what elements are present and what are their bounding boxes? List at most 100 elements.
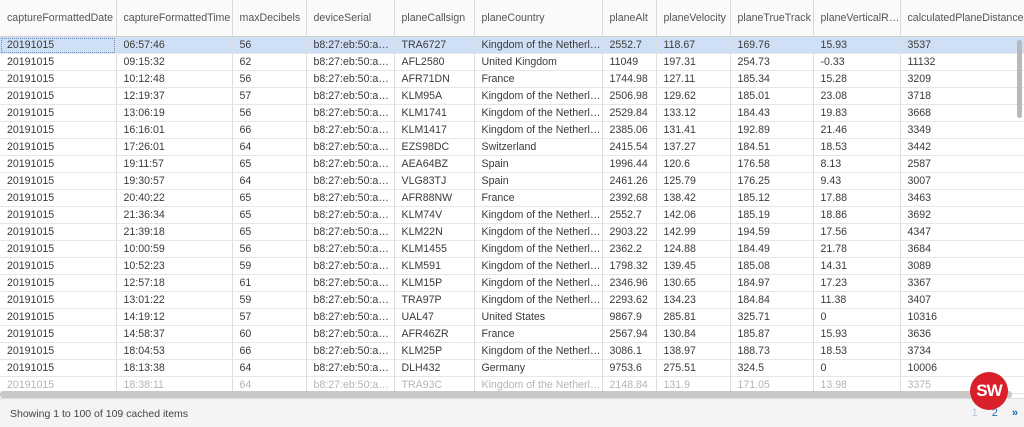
cell-planeCountry[interactable]: Kingdom of the Netherlands	[474, 274, 603, 292]
cell-planeVelocity[interactable]: 130.84	[656, 325, 731, 343]
table-row[interactable]: 20191015 21:39:18 65 b8:27:eb:50:ab:a7 KLM22…	[0, 223, 1024, 241]
cell-calculatedPlaneDistance[interactable]: 2587	[900, 155, 1024, 173]
cell-planeAlt[interactable]: 2506.98	[602, 87, 657, 105]
cell-captureFormattedDate[interactable]: 20191015	[0, 138, 117, 156]
cell-captureFormattedDate[interactable]: 20191015	[0, 274, 117, 292]
cell-maxDecibels[interactable]: 59	[232, 291, 307, 309]
cell-planeTrueTrack[interactable]: 184.49	[730, 240, 814, 258]
cell-planeVerticalRate[interactable]: 21.78	[813, 240, 901, 258]
cell-captureFormattedDate[interactable]: 20191015	[0, 325, 117, 343]
table-row[interactable]: 20191015 18:13:38 64 b8:27:eb:50:ab:a7 DLH43…	[0, 359, 1024, 377]
cell-planeTrueTrack[interactable]: 185.01	[730, 87, 814, 105]
table-row[interactable]: 20191015 21:36:34 65 b8:27:eb:50:ab:a7 KLM74…	[0, 206, 1024, 224]
column-header-captureFormattedDate[interactable]: captureFormattedDate	[0, 0, 117, 37]
cell-planeCallsign[interactable]: AEA64BZ	[394, 155, 475, 173]
cell-planeCallsign[interactable]: EZS98DC	[394, 138, 475, 156]
column-header-planeCallsign[interactable]: planeCallsign	[394, 0, 475, 37]
cell-calculatedPlaneDistance[interactable]: 3407	[900, 291, 1024, 309]
cell-captureFormattedDate[interactable]: 20191015	[0, 87, 117, 105]
cell-captureFormattedDate[interactable]: 20191015	[0, 206, 117, 224]
cell-calculatedPlaneDistance[interactable]: 3463	[900, 189, 1024, 207]
cell-planeVelocity[interactable]: 125.79	[656, 172, 731, 190]
table-row[interactable]: 20191015 19:11:57 65 b8:27:eb:50:ab:a7 AEA64…	[0, 155, 1024, 173]
cell-planeVerticalRate[interactable]: 0	[813, 359, 901, 377]
cell-planeCallsign[interactable]: KLM1741	[394, 104, 475, 122]
table-row[interactable]: 20191015 20:40:22 65 b8:27:eb:50:ab:a7 AFR88…	[0, 189, 1024, 207]
cell-deviceSerial[interactable]: b8:27:eb:50:ab:a7	[306, 325, 395, 343]
cell-calculatedPlaneDistance[interactable]: 3367	[900, 274, 1024, 292]
cell-planeVelocity[interactable]: 130.65	[656, 274, 731, 292]
cell-planeAlt[interactable]: 2567.94	[602, 325, 657, 343]
table-row[interactable]: 20191015 06:57:46 56 b8:27:eb:50:ab:a7 TRA67…	[0, 36, 1024, 54]
column-header-planeTrueTrack[interactable]: planeTrueTrack	[730, 0, 814, 37]
cell-planeCountry[interactable]: Kingdom of the Netherlands	[474, 206, 603, 224]
table-row[interactable]: 20191015 10:00:59 56 b8:27:eb:50:ab:a7 KLM14…	[0, 240, 1024, 258]
cell-planeCallsign[interactable]: AFL2580	[394, 53, 475, 71]
cell-planeCallsign[interactable]: AFR71DN	[394, 70, 475, 88]
column-header-deviceSerial[interactable]: deviceSerial	[306, 0, 395, 37]
cell-deviceSerial[interactable]: b8:27:eb:50:ab:a7	[306, 342, 395, 360]
cell-captureFormattedDate[interactable]: 20191015	[0, 155, 117, 173]
cell-planeCallsign[interactable]: KLM591	[394, 257, 475, 275]
cell-captureFormattedDate[interactable]: 20191015	[0, 342, 117, 360]
cell-planeVelocity[interactable]: 129.62	[656, 87, 731, 105]
cell-deviceSerial[interactable]: b8:27:eb:50:ab:a7	[306, 308, 395, 326]
cell-deviceSerial[interactable]: b8:27:eb:50:ab:a7	[306, 206, 395, 224]
cell-calculatedPlaneDistance[interactable]: 3668	[900, 104, 1024, 122]
cell-planeVelocity[interactable]: 134.23	[656, 291, 731, 309]
cell-calculatedPlaneDistance[interactable]: 10316	[900, 308, 1024, 326]
cell-maxDecibels[interactable]: 65	[232, 189, 307, 207]
table-row[interactable]: 20191015 10:12:48 56 b8:27:eb:50:ab:a7 AFR71…	[0, 70, 1024, 88]
cell-planeCountry[interactable]: France	[474, 189, 603, 207]
cell-deviceSerial[interactable]: b8:27:eb:50:ab:a7	[306, 53, 395, 71]
cell-planeTrueTrack[interactable]: 324.5	[730, 359, 814, 377]
cell-planeCountry[interactable]: Kingdom of the Netherlands	[474, 291, 603, 309]
cell-captureFormattedDate[interactable]: 20191015	[0, 121, 117, 139]
cell-calculatedPlaneDistance[interactable]: 3718	[900, 87, 1024, 105]
cell-maxDecibels[interactable]: 61	[232, 274, 307, 292]
cell-planeTrueTrack[interactable]: 185.87	[730, 325, 814, 343]
cell-maxDecibels[interactable]: 66	[232, 342, 307, 360]
cell-planeVelocity[interactable]: 127.11	[656, 70, 731, 88]
cell-planeVelocity[interactable]: 137.27	[656, 138, 731, 156]
cell-maxDecibels[interactable]: 56	[232, 104, 307, 122]
cell-deviceSerial[interactable]: b8:27:eb:50:ab:a7	[306, 189, 395, 207]
cell-planeCountry[interactable]: Kingdom of the Netherlands	[474, 342, 603, 360]
cell-planeCallsign[interactable]: AFR46ZR	[394, 325, 475, 343]
cell-planeVerticalRate[interactable]: 23.08	[813, 87, 901, 105]
cell-calculatedPlaneDistance[interactable]: 3692	[900, 206, 1024, 224]
cell-planeTrueTrack[interactable]: 184.51	[730, 138, 814, 156]
cell-planeCountry[interactable]: Kingdom of the Netherlands	[474, 87, 603, 105]
cell-planeAlt[interactable]: 1798.32	[602, 257, 657, 275]
cell-planeVerticalRate[interactable]: 9.43	[813, 172, 901, 190]
cell-captureFormattedTime[interactable]: 21:36:34	[116, 206, 233, 224]
cell-planeAlt[interactable]: 1996.44	[602, 155, 657, 173]
cell-planeCallsign[interactable]: KLM74V	[394, 206, 475, 224]
cell-calculatedPlaneDistance[interactable]: 3734	[900, 342, 1024, 360]
cell-planeVerticalRate[interactable]: 21.46	[813, 121, 901, 139]
cell-maxDecibels[interactable]: 56	[232, 36, 307, 54]
cell-planeVelocity[interactable]: 197.31	[656, 53, 731, 71]
cell-captureFormattedTime[interactable]: 10:00:59	[116, 240, 233, 258]
cell-captureFormattedTime[interactable]: 18:13:38	[116, 359, 233, 377]
cell-planeVelocity[interactable]: 285.81	[656, 308, 731, 326]
cell-maxDecibels[interactable]: 64	[232, 359, 307, 377]
cell-deviceSerial[interactable]: b8:27:eb:50:ab:a7	[306, 36, 395, 54]
cell-planeVelocity[interactable]: 133.12	[656, 104, 731, 122]
next-page-icon[interactable]: »	[1012, 407, 1018, 419]
cell-planeAlt[interactable]: 2461.26	[602, 172, 657, 190]
cell-captureFormattedTime[interactable]: 14:58:37	[116, 325, 233, 343]
column-header-calculatedPlaneDistance[interactable]: calculatedPlaneDistance	[900, 0, 1024, 37]
table-row[interactable]: 20191015 10:52:23 59 b8:27:eb:50:ab:a7 KLM59…	[0, 257, 1024, 275]
cell-planeVerticalRate[interactable]: 15.93	[813, 325, 901, 343]
cell-planeTrueTrack[interactable]: 185.08	[730, 257, 814, 275]
cell-captureFormattedDate[interactable]: 20191015	[0, 223, 117, 241]
cell-planeCallsign[interactable]: VLG83TJ	[394, 172, 475, 190]
cell-captureFormattedTime[interactable]: 12:19:37	[116, 87, 233, 105]
cell-planeCountry[interactable]: Spain	[474, 155, 603, 173]
cell-planeVerticalRate[interactable]: 19.83	[813, 104, 901, 122]
cell-planeAlt[interactable]: 2903.22	[602, 223, 657, 241]
cell-deviceSerial[interactable]: b8:27:eb:50:ab:a7	[306, 70, 395, 88]
table-row[interactable]: 20191015 14:19:12 57 b8:27:eb:50:ab:a7 UAL47…	[0, 308, 1024, 326]
column-header-planeVelocity[interactable]: planeVelocity	[656, 0, 731, 37]
